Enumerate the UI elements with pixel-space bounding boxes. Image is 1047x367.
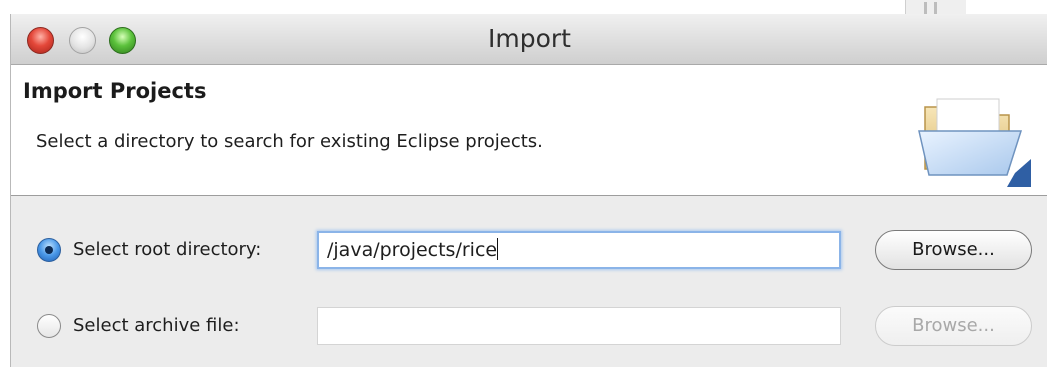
browse-root-directory-button[interactable]: Browse... (875, 230, 1032, 270)
archive-file-row: Select archive file: Browse... (11, 306, 1047, 346)
wizard-banner: Import Projects Select a directory to se… (11, 65, 1047, 196)
window-title: Import (488, 24, 571, 53)
text-caret (497, 238, 499, 260)
root-directory-label[interactable]: Select root directory: (73, 239, 261, 260)
screen: Import Import Projects Select a director… (0, 0, 1047, 367)
archive-file-radio[interactable] (37, 314, 61, 338)
archive-file-input[interactable] (317, 307, 841, 345)
browse-archive-file-button[interactable]: Browse... (875, 306, 1032, 346)
root-directory-row: Select root directory: /java/projects/ri… (11, 230, 1047, 270)
open-folder-icon (918, 98, 1031, 187)
root-directory-value: /java/projects/rice (327, 239, 498, 261)
background-window-detail (934, 2, 937, 14)
root-directory-radio[interactable] (37, 238, 61, 262)
banner-description: Select a directory to search for existin… (36, 131, 543, 152)
import-dialog: Import Import Projects Select a director… (10, 14, 1047, 367)
background-window-detail (924, 2, 927, 14)
root-directory-input[interactable]: /java/projects/rice (317, 231, 841, 269)
archive-file-label[interactable]: Select archive file: (73, 315, 240, 336)
banner-title: Import Projects (23, 79, 207, 103)
title-bar[interactable]: Import (11, 14, 1047, 65)
